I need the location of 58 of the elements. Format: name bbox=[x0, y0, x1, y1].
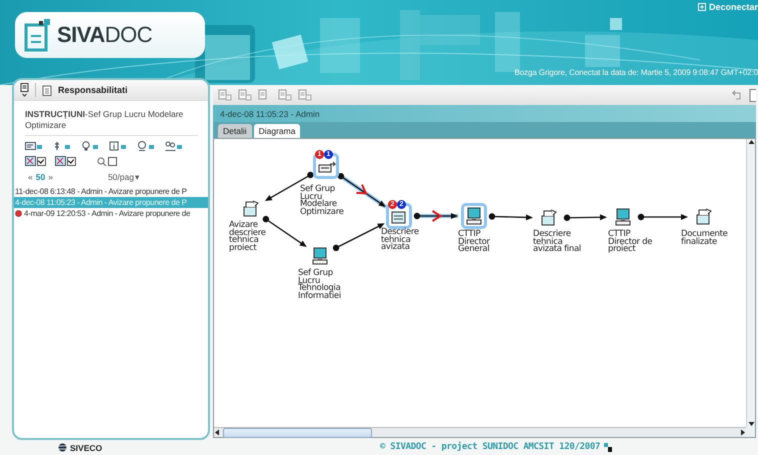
session-info: Bozga Grigore, Conectat la data de: Martie 5, 2009 9:08:47 GMT+02:0 bbox=[514, 68, 758, 77]
folder-icon[interactable] bbox=[694, 207, 714, 227]
document-icon bbox=[238, 89, 252, 101]
pin-icon bbox=[53, 141, 71, 151]
node-label: Sef Grup Lucru Tehnologia Informatiei bbox=[298, 270, 342, 300]
node-label: Documente finalizate bbox=[681, 231, 729, 246]
computer-icon[interactable] bbox=[310, 246, 330, 266]
tab[interactable]: Detalii bbox=[218, 124, 252, 138]
horizontal-scrollbar[interactable] bbox=[214, 427, 746, 437]
logo-icon bbox=[23, 18, 53, 52]
node-label: CTTIP Director General bbox=[458, 231, 491, 254]
page-number[interactable]: 50 bbox=[36, 172, 46, 182]
node-label: Sef Grup Lucru Modelare Optimizare bbox=[300, 186, 345, 216]
document-heading: 4-dec-08 11:05:23 - Admin bbox=[220, 108, 320, 118]
next-page-link[interactable]: » bbox=[48, 172, 53, 182]
card-icon bbox=[25, 141, 43, 151]
clipboard-icon bbox=[42, 84, 52, 96]
folder-icon[interactable] bbox=[539, 208, 559, 228]
responsibilities-tab[interactable]: Responsabilitati bbox=[58, 85, 128, 95]
history-item[interactable]: 4-mar-09 12:20:53 - Admin - Avizare propunere de bbox=[14, 208, 208, 219]
person-icon bbox=[137, 141, 155, 151]
folder-icon[interactable] bbox=[241, 199, 261, 219]
node-label: Avizare descriere tehnica proiect bbox=[229, 222, 267, 252]
flag-icon bbox=[55, 156, 66, 166]
document-icon bbox=[278, 89, 292, 101]
node-label: CTTIP Director de proiect bbox=[608, 231, 654, 254]
checkbox[interactable] bbox=[37, 157, 46, 166]
document-icon bbox=[218, 89, 232, 101]
company-logo: SIVECO bbox=[58, 442, 102, 452]
copyright-text: © SIVADOC - project SUNIDOC AMCSIT 120/2007 bbox=[380, 442, 600, 452]
vertical-scrollbar[interactable] bbox=[746, 139, 755, 427]
node-label: Descriere tehnica avizata bbox=[381, 229, 420, 252]
flag-icon bbox=[25, 156, 36, 166]
computer-icon[interactable] bbox=[613, 207, 633, 227]
undo-icon bbox=[731, 89, 743, 101]
logo-icon bbox=[604, 442, 612, 452]
bulb-icon bbox=[81, 141, 99, 151]
document-title: INSTRUCȚIUNI-Sef Grup Lucru Modelare Optimizare bbox=[25, 109, 198, 136]
info-icon bbox=[109, 141, 127, 151]
right-arrow-icon bbox=[740, 429, 746, 436]
checkbox[interactable] bbox=[67, 157, 76, 166]
previous-page-link[interactable]: « bbox=[28, 172, 33, 182]
checkbox[interactable] bbox=[108, 156, 117, 166]
magnifier-icon bbox=[97, 156, 107, 166]
up-arrow-icon bbox=[748, 139, 754, 145]
document-icon bbox=[20, 83, 29, 97]
globe-icon bbox=[58, 443, 67, 452]
logo-text: SIVADOC bbox=[57, 22, 152, 48]
history-item[interactable]: 11-dec-08 6:13:48 - Admin - Avizare propunere de P bbox=[14, 186, 208, 197]
document-icon bbox=[298, 89, 312, 101]
plus-icon bbox=[698, 3, 706, 11]
node-label: Descriere tehnica avizata final bbox=[533, 231, 582, 254]
scrollbar-corner bbox=[746, 427, 755, 437]
people-icon bbox=[165, 141, 183, 151]
left-arrow-icon bbox=[214, 429, 220, 436]
page-size-dropdown[interactable]: 50/pag▾ bbox=[108, 172, 140, 182]
down-arrow-icon bbox=[748, 421, 754, 427]
tab[interactable]: Diagrama bbox=[254, 124, 300, 138]
